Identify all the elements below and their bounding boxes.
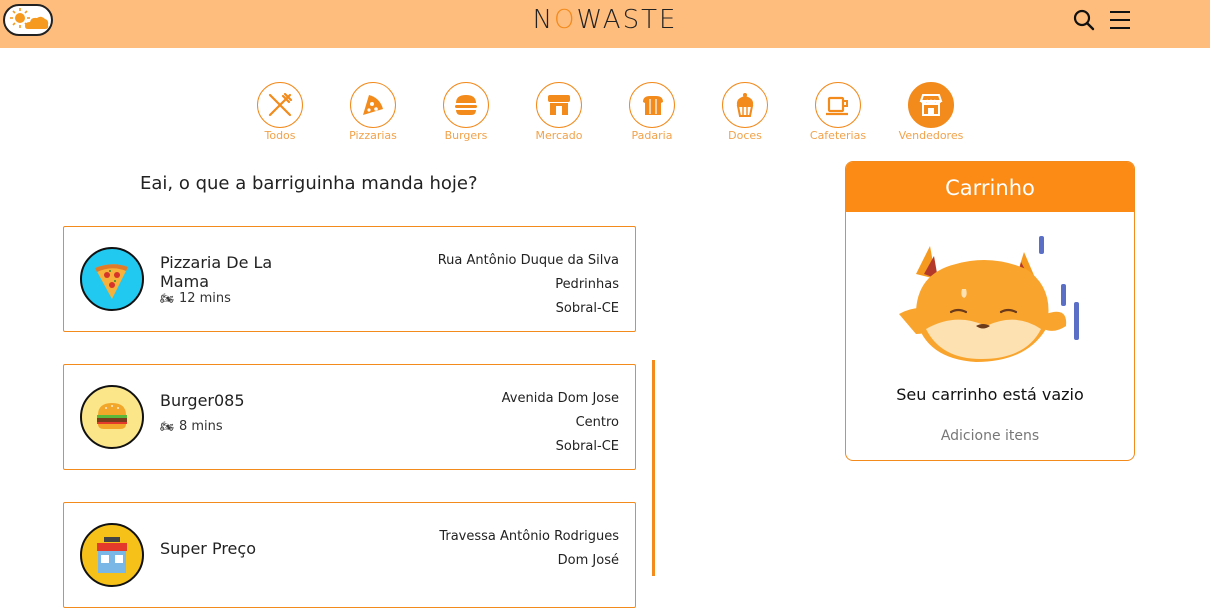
- store-card-burger[interactable]: Burger085 🏍 8 mins Avenida Dom Jose Centr…: [63, 364, 636, 470]
- burger-icon: [97, 403, 127, 429]
- store-address: Travessa Antônio Rodrigues Dom José: [439, 529, 619, 568]
- cart-panel: Carrinho Seu carrinho está vazio Adicion…: [845, 161, 1135, 461]
- bread-icon: [643, 96, 663, 115]
- search-icon: [1073, 9, 1095, 31]
- pizza-icon: [363, 95, 383, 115]
- motorcycle-icon: 🏍: [160, 292, 174, 305]
- category-vendedores[interactable]: Vendedores: [886, 82, 976, 142]
- market-icon: [97, 537, 127, 573]
- coffee-icon: [826, 96, 848, 116]
- search-button[interactable]: [1073, 9, 1095, 31]
- category-pizzarias[interactable]: Pizzarias: [328, 82, 418, 142]
- store-card-pizzaria[interactable]: Pizzaria De La Mama 🏍 12 mins Rua Antônio…: [63, 226, 636, 332]
- store-name: Super Preço: [160, 539, 256, 558]
- store-avatar: [80, 247, 144, 311]
- sad-fox-icon: [899, 236, 1079, 362]
- store-avatar: [80, 385, 144, 449]
- category-bar: Todos Pizzarias Burgers Mercado Padaria …: [253, 82, 973, 142]
- store-name: Pizzaria De La Mama: [160, 253, 273, 291]
- menu-button[interactable]: [1109, 9, 1131, 31]
- add-items-link[interactable]: Adicione itens: [846, 428, 1134, 444]
- cart-title: Carrinho: [846, 162, 1134, 212]
- sad-fox-mascot: [896, 234, 1086, 378]
- greeting-heading: Eai, o que a barriguinha manda hoje?: [140, 173, 478, 194]
- store-card-market[interactable]: Super Preço Travessa Antônio Rodrigues D…: [63, 502, 636, 608]
- burger-icon: [455, 95, 477, 115]
- fork-knife-icon: [268, 92, 293, 117]
- store-name: Burger085: [160, 391, 245, 410]
- market-icon: [548, 95, 570, 115]
- top-header: NOWASTE: [0, 0, 1210, 48]
- category-burgers[interactable]: Burgers: [421, 82, 511, 142]
- cart-empty-message: Seu carrinho está vazio: [896, 385, 1084, 404]
- cupcake-icon: [736, 93, 754, 117]
- category-doces[interactable]: Doces: [700, 82, 790, 142]
- motorcycle-icon: 🏍: [160, 420, 174, 433]
- category-padaria[interactable]: Padaria: [607, 82, 697, 142]
- vertical-divider: [652, 360, 655, 576]
- store-address: Avenida Dom Jose Centro Sobral-CE: [501, 391, 619, 454]
- category-todos[interactable]: Todos: [235, 82, 325, 142]
- delivery-time: 🏍 8 mins: [160, 419, 223, 434]
- category-mercado[interactable]: Mercado: [514, 82, 604, 142]
- app-logo[interactable]: NOWASTE: [0, 5, 1210, 35]
- store-avatar: [80, 523, 144, 587]
- store-icon: [919, 94, 943, 116]
- delivery-time: 🏍 12 mins: [160, 291, 231, 306]
- pizza-slice-icon: [95, 264, 128, 299]
- store-address: Rua Antônio Duque da Silva Pedrinhas Sob…: [437, 253, 619, 316]
- category-cafeterias[interactable]: Cafeterias: [793, 82, 883, 142]
- hamburger-menu-icon: [1110, 11, 1130, 29]
